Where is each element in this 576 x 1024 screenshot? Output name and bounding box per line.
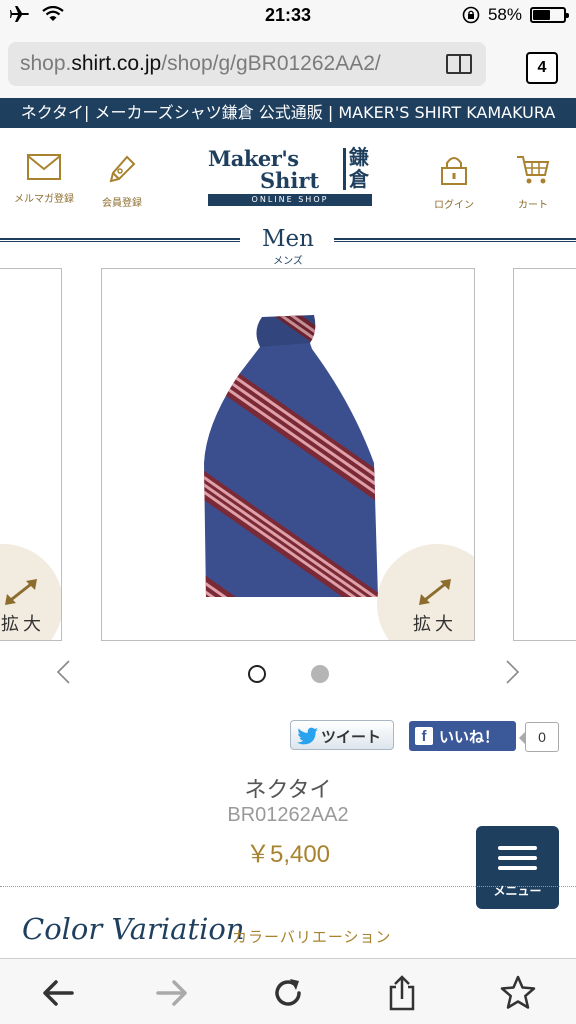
carousel-dot-2[interactable] (311, 665, 329, 683)
newsletter-label: メルマガ登録 (14, 194, 74, 205)
share-icon[interactable] (382, 973, 422, 1013)
like-label: いいね！ (439, 728, 500, 746)
expand-arrow-icon (5, 579, 37, 605)
reload-icon[interactable] (268, 973, 308, 1013)
menu-bar-1 (498, 846, 537, 850)
zoom-label: 拡大 (1, 614, 45, 635)
cart-button[interactable]: カート (499, 154, 567, 211)
battery-percent: 58% (487, 5, 522, 24)
logo-kanji-1: 鎌 (349, 145, 369, 169)
section-title: Men (262, 226, 314, 252)
address-bar[interactable]: shop.shirt.co.jp/shop/g/gBR01262AA2/ (8, 42, 486, 86)
carousel-dot-1[interactable] (248, 665, 266, 683)
url-domain: shirt.co.jp (71, 52, 162, 75)
menu-bar-2 (498, 856, 537, 860)
forward-arrow-icon[interactable] (152, 973, 192, 1013)
gallery-card-previous[interactable]: 拡大 (0, 268, 62, 641)
site-header: メルマガ登録 会員登録 Maker's Shirt 鎌倉 ONLINE SHOP… (0, 128, 576, 224)
section-subtitle: メンズ (273, 256, 303, 267)
menu-label: メニュー (493, 884, 542, 898)
gallery-card-next[interactable] (513, 268, 576, 641)
facebook-like-button[interactable]: f いいね！ (409, 721, 516, 751)
section-heading: Men メンズ (0, 226, 576, 270)
mail-icon (27, 154, 61, 180)
login-label: ログイン (434, 200, 474, 211)
tabs-button[interactable]: 4 (526, 52, 558, 84)
member-label: 会員登録 (102, 198, 142, 209)
gallery-card-main[interactable]: 拡大 (101, 268, 475, 641)
browser-bottom-toolbar (0, 958, 576, 1024)
facebook-icon: f (415, 727, 433, 745)
zoom-badge[interactable]: 拡大 (0, 544, 61, 640)
carousel-next-arrow-icon[interactable] (502, 660, 522, 684)
logo-line2: Shirt (260, 168, 320, 193)
lock-icon (441, 157, 467, 185)
logo-subtitle: ONLINE SHOP (208, 194, 372, 206)
carousel-prev-arrow-icon[interactable] (54, 660, 74, 684)
url-path: /shop/g/gBR01262AA2/ (161, 52, 381, 75)
url-prefix: shop. (20, 52, 72, 75)
orientation-lock-icon (462, 6, 480, 24)
tweet-label: ツイート (321, 728, 382, 746)
cart-label: カート (518, 200, 548, 211)
zoom-label: 拡大 (413, 614, 457, 635)
section-divider (0, 886, 576, 887)
reader-view-icon[interactable] (446, 54, 472, 74)
member-register-button[interactable]: 会員登録 (88, 154, 156, 209)
newsletter-button[interactable]: メルマガ登録 (10, 154, 78, 205)
status-bar: 21:33 58% (0, 0, 576, 32)
menu-button[interactable]: メニュー (476, 826, 559, 909)
logo-kanji: 鎌倉 (348, 146, 370, 190)
twitter-bird-icon (297, 727, 318, 745)
login-button[interactable]: ログイン (420, 154, 488, 211)
tweet-button[interactable]: ツイート (290, 720, 394, 750)
back-arrow-icon[interactable] (38, 973, 78, 1013)
zoom-badge[interactable]: 拡大 (377, 544, 474, 640)
logo-divider (343, 148, 346, 190)
pen-icon (109, 155, 136, 183)
necktie-image (204, 315, 378, 597)
site-banner: ネクタイ| メーカーズシャツ鎌倉 公式通販 | MAKER'S SHIRT KA… (0, 98, 576, 128)
product-name: ネクタイ (244, 778, 332, 803)
color-variation-title: Color Variation (22, 912, 245, 946)
expand-arrow-icon (419, 579, 451, 605)
menu-bar-3 (498, 866, 537, 870)
browser-toolbar: shop.shirt.co.jp/shop/g/gBR01262AA2/ 4 (0, 32, 576, 98)
battery-icon (530, 7, 569, 23)
logo-kanji-2: 倉 (349, 167, 369, 191)
bookmark-star-icon[interactable] (498, 973, 538, 1013)
site-logo[interactable]: Maker's Shirt 鎌倉 ONLINE SHOP (208, 146, 372, 208)
cart-icon (517, 156, 550, 184)
product-code: BR01262AA2 (227, 804, 349, 826)
color-variation-subtitle: カラーバリエーション (232, 928, 392, 946)
like-count: 0 (519, 722, 559, 752)
url-text[interactable]: shop.shirt.co.jp/shop/g/gBR01262AA2/ (20, 52, 381, 76)
